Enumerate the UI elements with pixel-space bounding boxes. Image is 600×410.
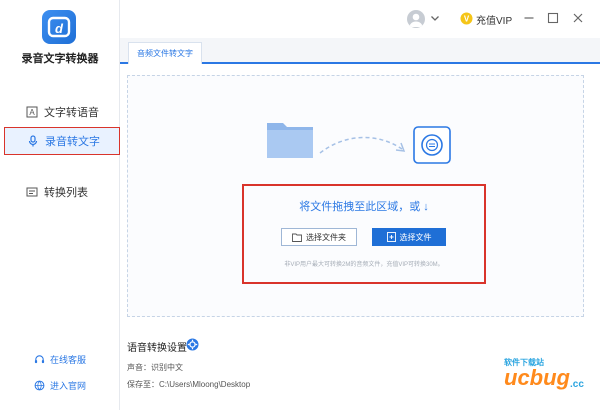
audio-file-icon bbox=[413, 126, 451, 164]
sidebar-item-conversion-list[interactable]: 转换列表 bbox=[0, 178, 120, 206]
conversion-settings-title: 语音转换设置 bbox=[127, 343, 187, 354]
vip-badge-icon: V bbox=[460, 12, 473, 25]
svg-text:V: V bbox=[464, 15, 470, 24]
voice-value[interactable]: 识别中文 bbox=[151, 363, 183, 372]
official-site-link[interactable]: 进入官网 bbox=[0, 379, 120, 392]
app-logo: d bbox=[42, 10, 76, 44]
save-path-value[interactable]: C:\Users\Mloong\Desktop bbox=[159, 380, 250, 389]
close-icon[interactable] bbox=[572, 12, 584, 24]
title-bar: V 充值VIP bbox=[120, 0, 600, 38]
select-file-button[interactable]: 选择文件 bbox=[372, 228, 446, 246]
svg-text:d: d bbox=[55, 21, 64, 36]
svg-text:A: A bbox=[29, 108, 35, 117]
text-icon: A bbox=[26, 106, 38, 118]
online-service-link[interactable]: 在线客服 bbox=[0, 353, 120, 366]
user-icon bbox=[409, 13, 423, 27]
list-icon bbox=[26, 187, 38, 197]
folder-icon bbox=[267, 123, 313, 158]
add-file-icon bbox=[386, 232, 396, 242]
sidebar-item-speech-to-text[interactable]: 录音转文字 bbox=[4, 127, 120, 155]
sidebar-item-label: 文字转语音 bbox=[44, 107, 99, 119]
microphone-icon bbox=[28, 135, 38, 147]
app-title: 录音文字转换器 bbox=[21, 53, 99, 65]
drop-hint-text: 将文件拖拽至此区域，或 ↓ bbox=[299, 201, 429, 213]
gear-icon[interactable] bbox=[186, 338, 199, 351]
tab-audio-to-text[interactable]: 音频文件转文字 bbox=[128, 42, 202, 64]
headset-icon bbox=[34, 355, 45, 364]
sidebar-item-label: 转换列表 bbox=[44, 187, 88, 199]
minimize-icon[interactable] bbox=[523, 12, 535, 24]
save-path-setting: 保存至：C:\Users\Mloong\Desktop bbox=[127, 380, 251, 389]
globe-icon bbox=[34, 380, 45, 391]
size-limit-note: 非VIP用户最大可转换2M的音频文件，充值VIP可转换30M。 bbox=[284, 262, 444, 268]
avatar[interactable] bbox=[407, 10, 425, 28]
tab-bar: 音频文件转文字 bbox=[120, 38, 600, 64]
chevron-down-icon[interactable] bbox=[429, 12, 441, 24]
dashed-arrow-icon bbox=[319, 136, 406, 154]
sidebar: d 录音文字转换器 A 文字转语音 录音转文字 转换列表 在线客服 进入官网 bbox=[0, 0, 120, 410]
maximize-icon[interactable] bbox=[547, 12, 559, 24]
voice-setting: 声音：识别中文 bbox=[127, 363, 183, 372]
file-drop-zone[interactable]: 将文件拖拽至此区域，或 ↓ 选择文件夹 选择文件 非VIP用户最大可转换2M的音… bbox=[127, 75, 584, 317]
site-watermark: 软件下载站 ucbug .cc bbox=[504, 358, 584, 390]
sidebar-item-label: 录音转文字 bbox=[45, 136, 100, 148]
select-folder-button[interactable]: 选择文件夹 bbox=[281, 228, 357, 246]
recharge-vip-link[interactable]: 充值VIP bbox=[476, 12, 512, 27]
sidebar-item-text-to-speech[interactable]: A 文字转语音 bbox=[0, 98, 120, 126]
folder-outline-icon bbox=[292, 233, 302, 242]
